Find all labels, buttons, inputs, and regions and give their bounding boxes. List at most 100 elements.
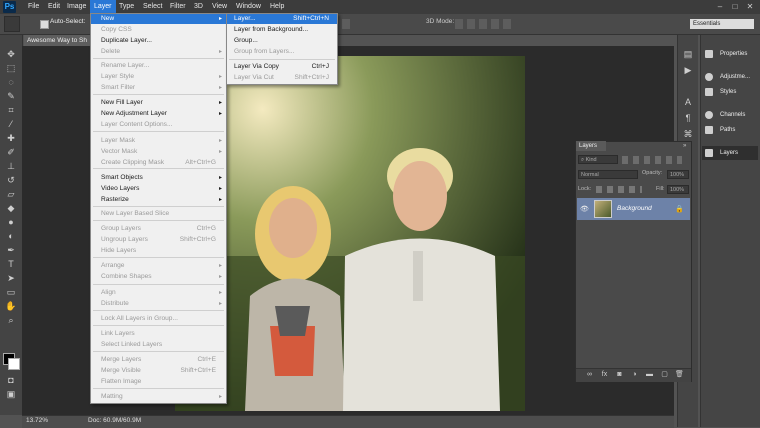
layer-menu-item[interactable]: New ▸ [91, 14, 226, 24]
adjustment-layer-icon[interactable]: ◑ [630, 371, 639, 379]
layer-menu-item[interactable]: Smart Filter ▸ [91, 83, 226, 93]
layer-menu-item[interactable]: Layer Content Options... [91, 120, 226, 130]
panel-styles[interactable]: Styles [702, 85, 758, 99]
new-group-icon[interactable]: ▬ [645, 371, 654, 379]
layer-menu-item[interactable]: Ungroup Layers Shift+Ctrl+G [91, 235, 226, 245]
layer-menu-item[interactable]: Matting ▸ [91, 392, 226, 402]
menu-help[interactable]: Help [266, 0, 288, 14]
layer-menu-item[interactable]: Layer Mask ▸ [91, 136, 226, 146]
panel-channels[interactable]: Channels [702, 108, 758, 122]
actions-icon[interactable]: ▶ [681, 64, 695, 76]
screen-mode-icon[interactable]: ▣ [4, 388, 18, 400]
layer-menu-item[interactable]: Layer Style ▸ [91, 72, 226, 82]
eyedropper-icon[interactable]: ⁄ [4, 118, 18, 130]
paint-bucket-icon[interactable]: ◆ [4, 202, 18, 214]
layer-name[interactable]: Background [617, 205, 652, 212]
path-select-icon[interactable]: ➤ [4, 272, 18, 284]
opacity-input[interactable]: 100% [667, 170, 689, 179]
layer-menu-item[interactable]: Smart Objects ▸ [91, 173, 226, 183]
pen-tool-icon[interactable]: ✒ [4, 244, 18, 256]
layer-menu-item[interactable]: Arrange ▸ [91, 261, 226, 271]
tool-presets-icon[interactable]: ⌘ [681, 128, 695, 140]
dodge-tool-icon[interactable]: ◐ [4, 230, 18, 242]
character-icon[interactable]: A [681, 96, 695, 108]
menu-window[interactable]: Window [232, 0, 265, 14]
hand-tool-icon[interactable]: ✋ [4, 300, 18, 312]
panel-collapse-icon[interactable]: » [683, 143, 686, 149]
layer-menu-item[interactable]: Video Layers ▸ [91, 184, 226, 194]
menu-3d[interactable]: 3D [190, 0, 207, 14]
layer-menu-item[interactable]: New Layer Based Slice [91, 209, 226, 219]
new-submenu-item[interactable]: Layer Via Cut Shift+Ctrl+J [227, 73, 337, 83]
move-tool-preset-icon[interactable] [4, 16, 20, 32]
clone-stamp-icon[interactable]: ⊥ [4, 160, 18, 172]
layer-menu-item[interactable]: Flatten Image [91, 377, 226, 387]
new-submenu-item[interactable]: Group from Layers... [227, 47, 337, 57]
auto-select-checkbox[interactable] [40, 20, 49, 29]
new-submenu-item[interactable]: Layer from Background... [227, 25, 337, 35]
eraser-tool-icon[interactable]: ▱ [4, 188, 18, 200]
new-layer-icon[interactable]: ▢ [660, 371, 669, 379]
layer-menu-item[interactable]: Select Linked Layers [91, 340, 226, 350]
close-icon[interactable]: ✕ [745, 2, 755, 12]
crop-tool-icon[interactable]: ⌗ [4, 104, 18, 116]
layer-menu-item[interactable]: Lock All Layers in Group... [91, 314, 226, 324]
panel-paths[interactable]: Paths [702, 123, 758, 137]
panel-layers[interactable]: Layers [702, 146, 758, 160]
layer-menu-item[interactable]: Combine Shapes ▸ [91, 272, 226, 282]
lock-icons[interactable] [596, 186, 642, 193]
3d-mode-icons[interactable] [455, 19, 515, 29]
menu-type[interactable]: Type [115, 0, 138, 14]
menu-view[interactable]: View [208, 0, 231, 14]
menu-layer[interactable]: Layer [90, 0, 116, 14]
lasso-tool-icon[interactable]: ◌ [4, 76, 18, 88]
link-layers-icon[interactable]: ∞ [585, 371, 594, 379]
fx-icon[interactable]: fx [600, 371, 609, 379]
new-submenu-item[interactable]: Layer Via Copy Ctrl+J [227, 62, 337, 72]
layer-menu-item[interactable]: Vector Mask ▸ [91, 147, 226, 157]
blend-mode-select[interactable]: Normal [578, 170, 638, 179]
maximize-icon[interactable]: □ [730, 2, 740, 12]
layer-menu-item[interactable]: Create Clipping Mask Alt+Ctrl+G [91, 158, 226, 168]
history-brush-icon[interactable]: ↺ [4, 174, 18, 186]
layers-panel-tab[interactable]: Layers [576, 141, 606, 151]
panel-properties[interactable]: Properties [702, 47, 758, 61]
filter-kind-select[interactable]: ⌕ Kind [578, 155, 618, 164]
blur-tool-icon[interactable]: ● [4, 216, 18, 228]
zoom-tool-icon[interactable]: ⌕ [4, 314, 18, 326]
layer-menu-item[interactable]: Group Layers Ctrl+G [91, 224, 226, 234]
shape-tool-icon[interactable]: ▭ [4, 286, 18, 298]
marquee-tool-icon[interactable]: ⬚ [4, 62, 18, 74]
history-icon[interactable]: ▤ [681, 48, 695, 60]
minimize-icon[interactable]: – [715, 2, 725, 12]
brush-tool-icon[interactable]: ✐ [4, 146, 18, 158]
filter-icons[interactable] [622, 156, 682, 164]
layer-menu-item[interactable]: Rasterize ▸ [91, 195, 226, 205]
layer-menu-item[interactable]: Align ▸ [91, 288, 226, 298]
menu-edit[interactable]: Edit [44, 0, 64, 14]
background-color-swatch[interactable] [8, 358, 20, 370]
type-tool-icon[interactable]: T [4, 258, 18, 270]
layer-menu-item[interactable]: Merge Layers Ctrl+E [91, 355, 226, 365]
healing-brush-icon[interactable]: ✚ [4, 132, 18, 144]
quick-select-icon[interactable]: ✎ [4, 90, 18, 102]
add-mask-icon[interactable]: ◙ [615, 371, 624, 379]
layer-menu-item[interactable]: Duplicate Layer... [91, 36, 226, 46]
menu-image[interactable]: Image [63, 0, 90, 14]
layer-menu-item[interactable]: Rename Layer... [91, 61, 226, 71]
zoom-level[interactable]: 13.72% [26, 417, 48, 424]
document-tab[interactable]: Awesome Way to Sh [24, 35, 94, 46]
menu-file[interactable]: File [24, 0, 43, 14]
delete-layer-icon[interactable]: 🗑 [675, 371, 684, 379]
workspace-select[interactable]: Essentials [690, 19, 754, 29]
panel-adjustments[interactable]: Adjustme... [702, 70, 758, 84]
layer-menu-item[interactable]: New Fill Layer ▸ [91, 98, 226, 108]
layer-menu-item[interactable]: Distribute ▸ [91, 299, 226, 309]
layer-menu-item[interactable]: New Adjustment Layer ▸ [91, 109, 226, 119]
quick-mask-icon[interactable]: ◘ [4, 374, 18, 386]
menu-filter[interactable]: Filter [166, 0, 190, 14]
layer-menu-item[interactable]: Delete ▸ [91, 47, 226, 57]
new-submenu-item[interactable]: Layer... Shift+Ctrl+N [227, 14, 337, 24]
layer-menu-item[interactable]: Link Layers [91, 329, 226, 339]
layer-menu-item[interactable]: Merge Visible Shift+Ctrl+E [91, 366, 226, 376]
